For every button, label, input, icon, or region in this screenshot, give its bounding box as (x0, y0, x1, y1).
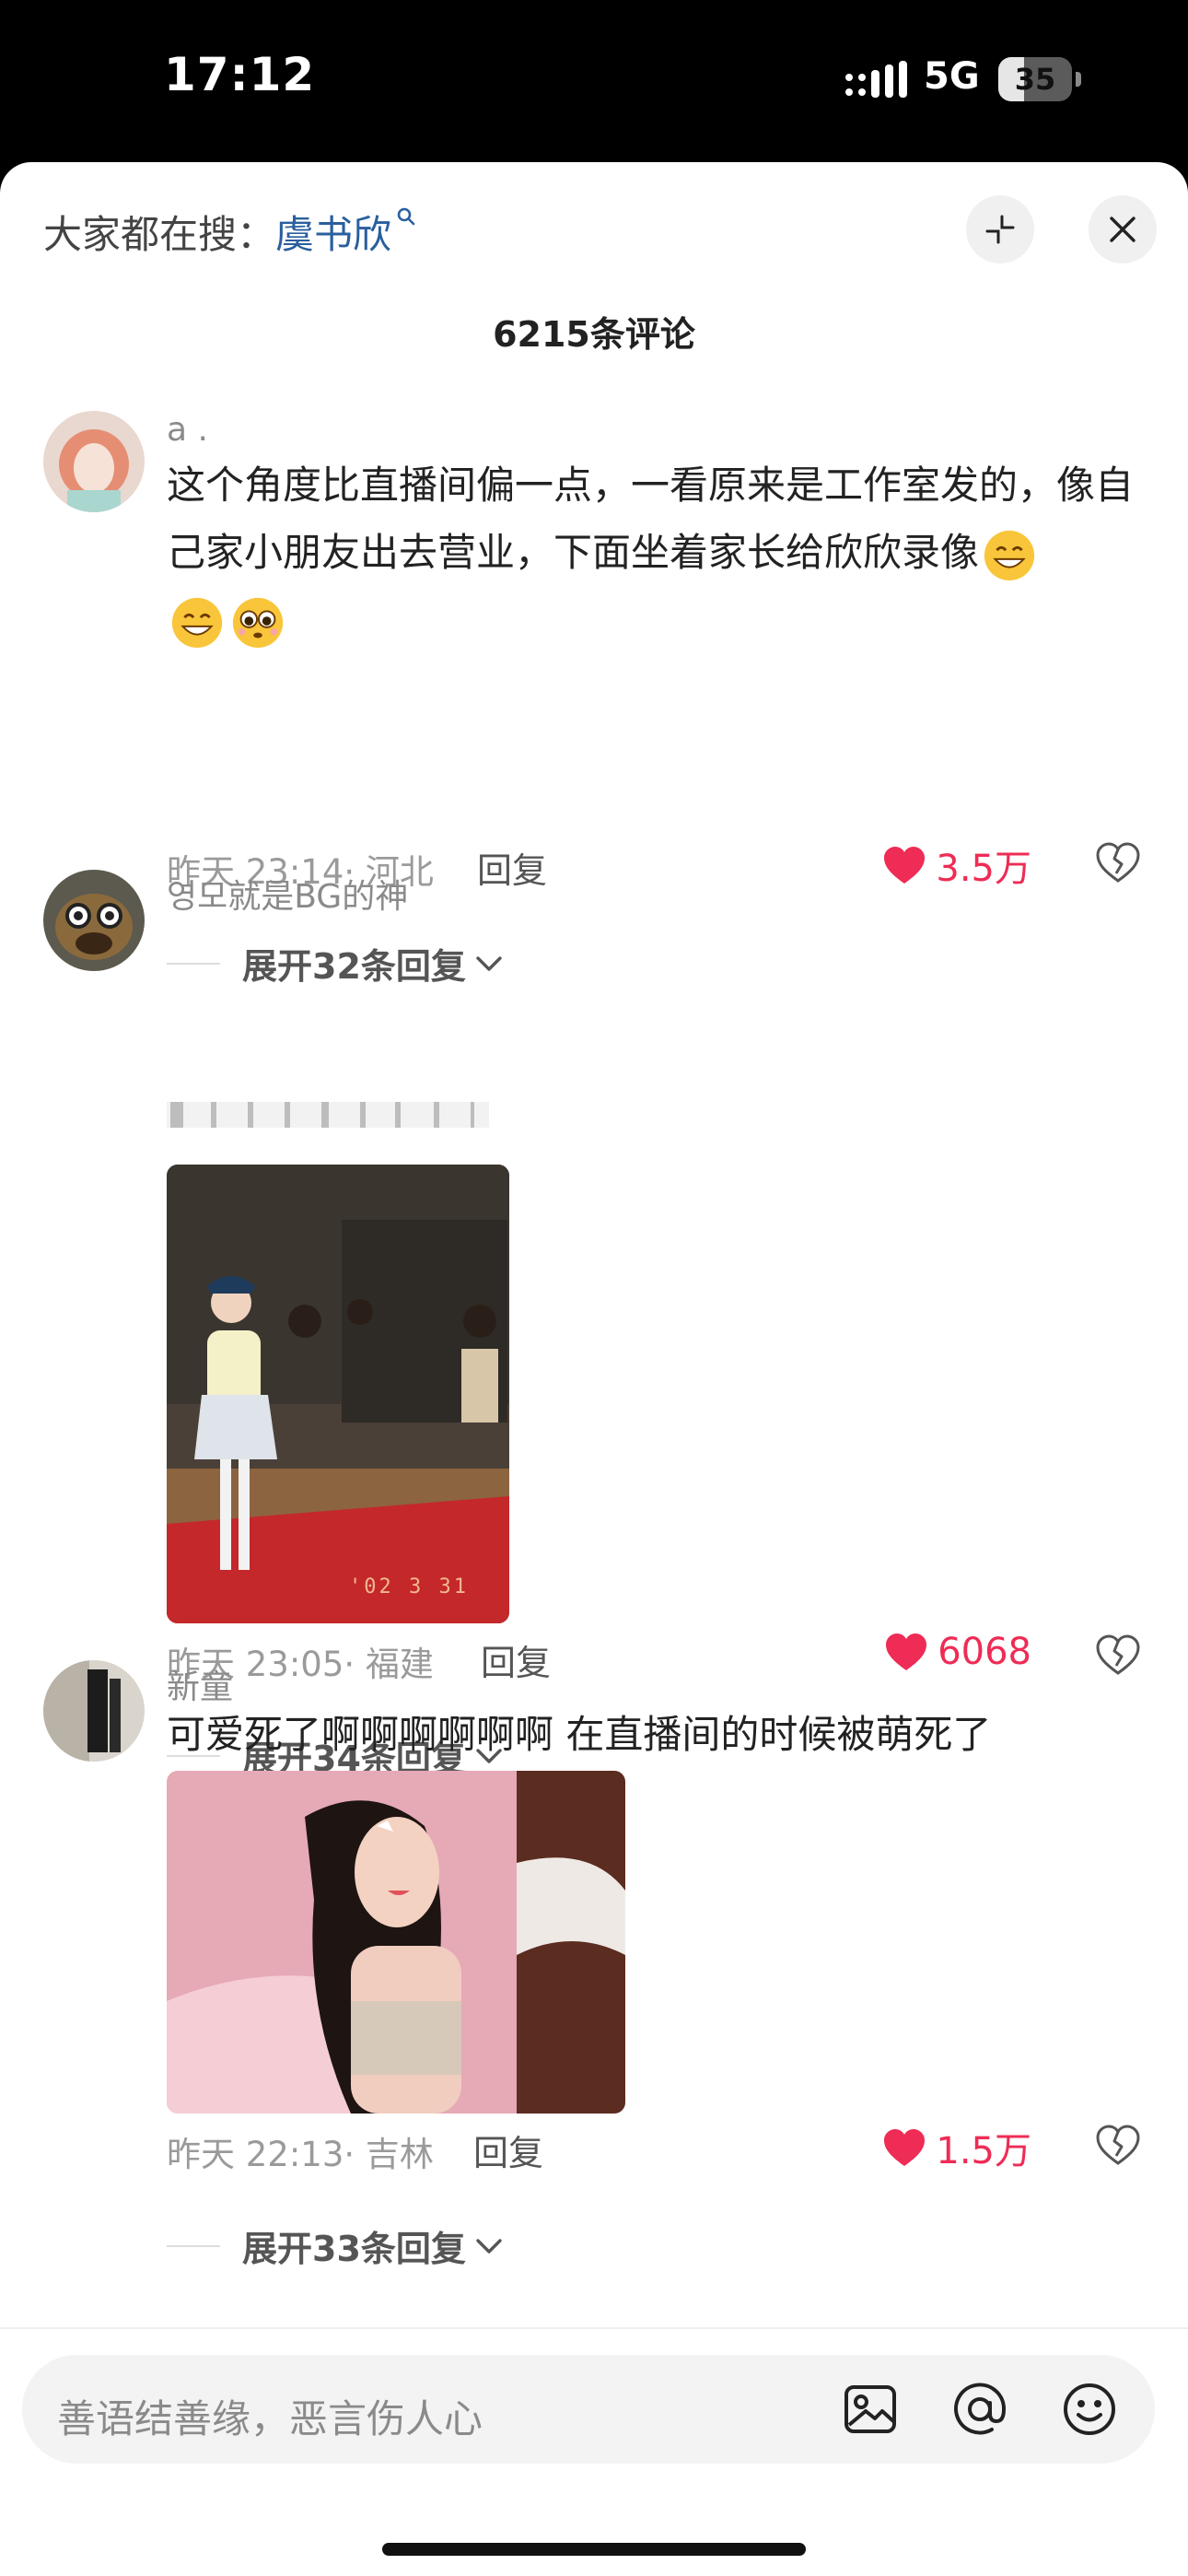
photo-image (167, 1165, 509, 1623)
home-indicator[interactable] (382, 2543, 806, 2556)
close-icon (1110, 217, 1136, 242)
blurred-comment-text (167, 1102, 489, 1128)
trending-search[interactable]: 大家都在搜：虞书欣 (43, 204, 417, 260)
comment-count: 6215条评论 (493, 314, 695, 355)
like-button[interactable]: 1.5万 (882, 2121, 1031, 2174)
battery-percent: 35 (1014, 62, 1056, 97)
comment-sheet: 大家都在搜：虞书欣 6215条评论 a . 这个角度比直播间偏一点，一看原来是工… (0, 162, 1188, 2576)
battery-icon: 35 (998, 57, 1083, 101)
cellular-signal-icon (845, 61, 907, 98)
avatar-image (43, 411, 145, 512)
collapse-button[interactable] (966, 195, 1034, 263)
photo-image (167, 1771, 625, 2113)
grin-emoji-icon (984, 530, 1035, 580)
comment-time: 昨天 22:13 (167, 2135, 344, 2174)
dislike-icon (1096, 2125, 1140, 2165)
at-icon[interactable] (951, 2381, 1008, 2438)
comment-location: 吉林 (365, 2135, 434, 2174)
trending-search-keyword[interactable]: 虞书欣 (275, 212, 391, 257)
status-time: 17:12 (164, 48, 316, 101)
grin-emoji-icon (171, 597, 223, 648)
avatar[interactable] (43, 411, 145, 512)
username[interactable]: 영모就是BG的神 (167, 870, 408, 918)
dislike-button[interactable] (1096, 2125, 1140, 2169)
network-type: 5G (924, 55, 980, 98)
chevron-down-icon (476, 2238, 502, 2254)
close-button[interactable] (1089, 195, 1157, 263)
collapse-icon (985, 215, 1015, 244)
comment-photo[interactable]: '02 3 31 (167, 1165, 509, 1623)
avatar-image (43, 870, 145, 971)
like-count: 1.5万 (936, 2130, 1031, 2172)
comment-item: 新童 可爱死了啊啊啊啊啊啊 在直播间的时候被萌死了 昨天 22:13· 吉林 回… (0, 1660, 1188, 2453)
comment-input[interactable]: 善语结善缘，恶言伤人心 (22, 2355, 1155, 2464)
status-bar: 17:12 5G 35 (0, 0, 1188, 164)
search-icon (397, 207, 415, 226)
reply-button[interactable]: 回复 (473, 2125, 543, 2175)
heart-icon (884, 2129, 926, 2166)
pleading-emoji-icon (232, 597, 284, 648)
comment-text: 这个角度比直播间偏一点，一看原来是工作室发的，像自己家小朋友出去营业，下面坐着家… (167, 451, 1143, 653)
emoji-icon[interactable] (1061, 2381, 1118, 2438)
comment-photo[interactable] (167, 1771, 625, 2113)
comment-text: 可爱死了啊啊啊啊啊啊 在直播间的时候被萌死了 (167, 1712, 992, 1757)
comment-item: 영모就是BG的神 '02 3 31 昨天 23:05· 福建 回复 6068 展… (0, 870, 1188, 1779)
expand-replies[interactable]: 展开33条回复 (167, 2220, 505, 2271)
avatar[interactable] (43, 1660, 145, 1762)
comment-meta: 昨天 22:13· 吉林 (167, 2135, 434, 2174)
input-divider (0, 2327, 1188, 2329)
username[interactable]: a . (167, 411, 208, 449)
comment-input-placeholder: 善语结善缘，恶言伤人心 (57, 2396, 483, 2441)
photo-date-stamp: '02 3 31 (349, 1575, 469, 1598)
trending-search-prefix: 大家都在搜： (43, 212, 276, 257)
expand-replies-label: 展开33条回复 (242, 2229, 466, 2269)
avatar[interactable] (43, 870, 145, 971)
image-icon[interactable] (842, 2381, 899, 2438)
avatar-image (43, 1660, 145, 1762)
